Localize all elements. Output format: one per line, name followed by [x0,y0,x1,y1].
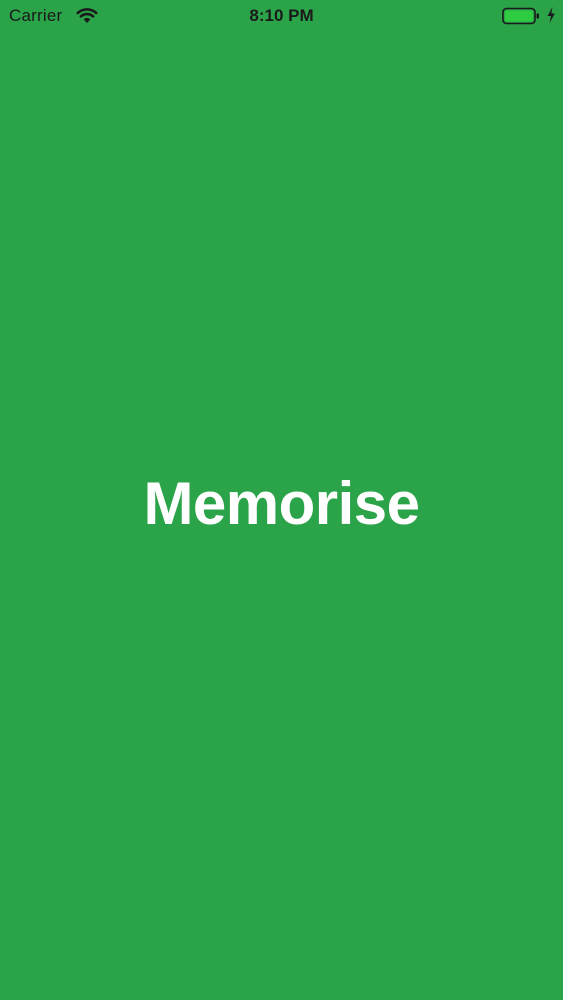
splash-screen: Carrier 8:10 PM Memorise [0,0,563,1000]
charging-bolt-icon [546,6,556,24]
app-title: Memorise [143,470,420,537]
status-time: 8:10 PM [249,6,314,25]
status-bar: Carrier 8:10 PM [0,0,563,32]
battery-icon [502,7,540,25]
